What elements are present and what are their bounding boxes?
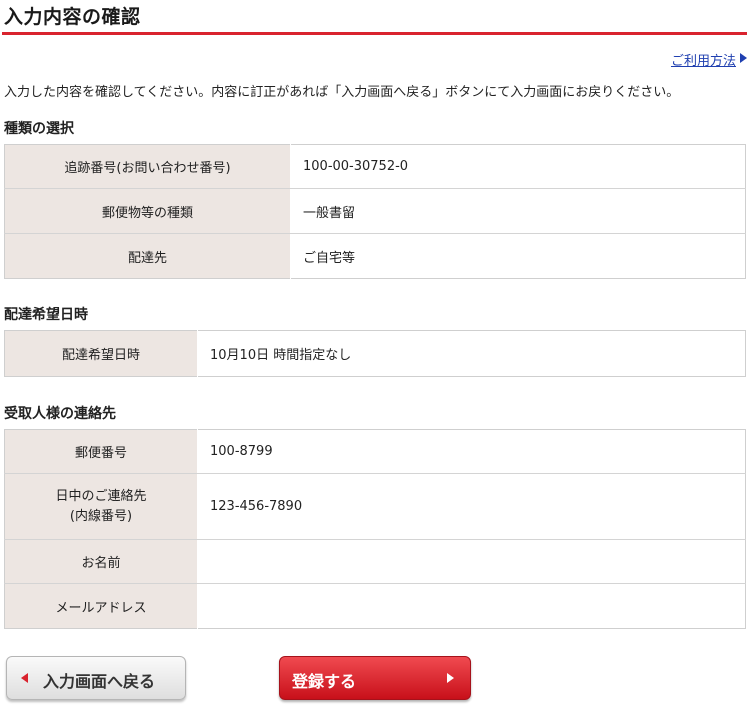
destination-value: ご自宅等 bbox=[290, 233, 746, 279]
row-label-line2: (内線番号) bbox=[69, 508, 133, 524]
page-title: 入力内容の確認 bbox=[4, 6, 141, 28]
type-selection-table: 追跡番号(お問い合わせ番号) 100-00-30752-0 郵便物等の種類 一般… bbox=[4, 144, 746, 279]
table-row: お名前 bbox=[4, 539, 746, 584]
table-row: メールアドレス bbox=[4, 583, 746, 629]
arrow-right-icon bbox=[447, 673, 454, 683]
row-label: メールアドレス bbox=[4, 583, 198, 629]
row-label: 配達希望日時 bbox=[4, 330, 198, 377]
postal-code-value: 100-8799 bbox=[197, 429, 746, 474]
row-label: 追跡番号(お問い合わせ番号) bbox=[4, 144, 291, 189]
usage-guide-link[interactable]: ご利用方法 bbox=[671, 50, 736, 69]
mail-type-value: 一般書留 bbox=[290, 188, 746, 234]
back-button-label: 入力画面へ戻る bbox=[43, 672, 156, 691]
row-label: 日中のご連絡先 (内線番号) bbox=[4, 473, 198, 540]
table-row: 追跡番号(お問い合わせ番号) 100-00-30752-0 bbox=[4, 144, 746, 189]
table-row: 郵便物等の種類 一般書留 bbox=[4, 188, 746, 234]
table-row: 日中のご連絡先 (内線番号) 123-456-7890 bbox=[4, 473, 746, 540]
delivery-date-value: 10月10日 時間指定なし bbox=[197, 330, 746, 377]
section-heading-type-selection: 種類の選択 bbox=[4, 121, 74, 137]
row-label: 配達先 bbox=[4, 233, 291, 279]
back-to-input-button[interactable]: 入力画面へ戻る bbox=[6, 656, 186, 700]
delivery-date-table: 配達希望日時 10月10日 時間指定なし bbox=[4, 330, 746, 377]
tracking-number-value: 100-00-30752-0 bbox=[290, 144, 746, 189]
name-value bbox=[197, 539, 746, 584]
section-heading-recipient-contact: 受取人様の連絡先 bbox=[4, 406, 116, 422]
intro-text: 入力した内容を確認してください。内容に訂正があれば「入力画面へ戻る」ボタンにて入… bbox=[4, 85, 680, 100]
row-label: お名前 bbox=[4, 539, 198, 584]
daytime-phone-value: 123-456-7890 bbox=[197, 473, 746, 540]
row-label: 郵便物等の種類 bbox=[4, 188, 291, 234]
arrow-right-icon bbox=[740, 53, 747, 63]
title-divider bbox=[2, 32, 747, 35]
section-heading-delivery-date: 配達希望日時 bbox=[4, 307, 88, 323]
recipient-contact-table: 郵便番号 100-8799 日中のご連絡先 (内線番号) 123-456-789… bbox=[4, 429, 746, 629]
arrow-left-icon bbox=[21, 673, 28, 683]
row-label-line1: 日中のご連絡先 bbox=[55, 488, 147, 504]
email-value bbox=[197, 583, 746, 629]
row-label: 郵便番号 bbox=[4, 429, 198, 474]
table-row: 配達先 ご自宅等 bbox=[4, 233, 746, 279]
register-button[interactable]: 登録する bbox=[279, 656, 471, 700]
register-button-label: 登録する bbox=[292, 672, 357, 691]
table-row: 郵便番号 100-8799 bbox=[4, 429, 746, 474]
table-row: 配達希望日時 10月10日 時間指定なし bbox=[4, 330, 746, 377]
